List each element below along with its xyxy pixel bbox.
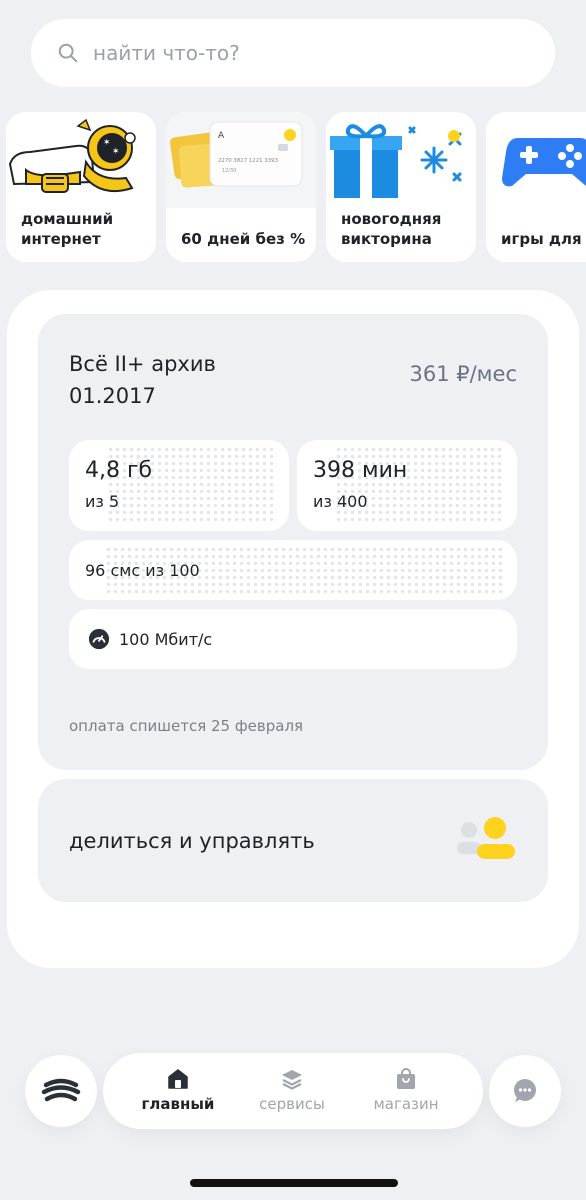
credit-card-illustration: А 2270 3827 1221 3393 12/30 xyxy=(166,112,316,208)
svg-text:✶: ✶ xyxy=(112,147,120,157)
story-60-days[interactable]: А 2270 3827 1221 3393 12/30 60 дней без … xyxy=(166,112,316,262)
story-label: новогодняя викторина xyxy=(341,210,442,248)
shopping-bag-icon xyxy=(397,1068,415,1089)
sms-balance-tile[interactable]: 96 смс из 100 xyxy=(69,540,517,600)
beeline-logo-icon xyxy=(41,1074,81,1108)
chat-button[interactable] xyxy=(489,1055,561,1127)
story-home-internet[interactable]: ✶ ✶ домашний интернет xyxy=(6,112,156,262)
home-icon xyxy=(168,1069,188,1089)
home-indicator[interactable] xyxy=(190,1179,398,1187)
minutes-total: из 400 xyxy=(313,492,368,511)
search-input[interactable] xyxy=(93,41,513,65)
story-label: домашний интернет xyxy=(21,210,114,248)
svg-text:12/30: 12/30 xyxy=(222,168,236,174)
minutes-remaining: 398 мин xyxy=(313,458,408,483)
users-icon xyxy=(457,817,515,859)
data-balance-tile[interactable]: 4,8 гб из 5 xyxy=(69,440,289,531)
nav-home-label: главный xyxy=(141,1095,215,1113)
search-bar[interactable] xyxy=(31,19,555,87)
nav-services[interactable]: сервисы xyxy=(237,1067,347,1113)
payment-note: оплата спишется 25 февраля xyxy=(69,717,304,735)
tariff-card[interactable]: Всё II+ архив 01.2017 361 ₽/мес 4,8 гб и… xyxy=(38,314,548,770)
bottom-nav: главный сервисы магазин xyxy=(103,1053,483,1129)
story-games[interactable]: игры для в xyxy=(486,112,586,262)
tariff-price: 361 ₽/мес xyxy=(409,362,517,386)
astronaut-couch-illustration: ✶✶ xyxy=(6,112,156,208)
beeline-logo-button[interactable] xyxy=(25,1055,97,1127)
nav-services-label: сервисы xyxy=(259,1095,325,1113)
layers-icon xyxy=(282,1070,302,1090)
speed-tile[interactable]: 100 Мбит/с xyxy=(69,609,517,669)
stories-carousel: ✶ ✶ домашний интернет А 2270 3827 1221 33… xyxy=(6,112,586,262)
data-total: из 5 xyxy=(85,492,120,511)
speed-value: 100 Мбит/с xyxy=(119,629,213,649)
svg-text:А: А xyxy=(218,131,225,141)
sms-balance: 96 смс из 100 xyxy=(85,560,200,580)
tariff-name: Всё II+ архив 01.2017 xyxy=(69,352,216,408)
share-manage-label: делиться и управлять xyxy=(69,828,315,853)
speedometer-icon xyxy=(88,628,110,650)
chat-icon xyxy=(514,1079,536,1102)
minutes-balance-tile[interactable]: 398 мин из 400 xyxy=(297,440,517,531)
gift-snowflake-illustration xyxy=(326,112,476,208)
svg-text:2270 3827 1221 3393: 2270 3827 1221 3393 xyxy=(218,158,278,164)
gamepad-illustration xyxy=(486,112,586,208)
nav-shop-label: магазин xyxy=(373,1095,439,1113)
search-icon xyxy=(58,43,78,63)
data-remaining: 4,8 гб xyxy=(85,458,153,483)
story-new-year-quiz[interactable]: новогодняя викторина xyxy=(326,112,476,262)
story-label: 60 дней без % xyxy=(181,230,306,248)
svg-text:✶: ✶ xyxy=(103,138,111,148)
nav-shop[interactable]: магазин xyxy=(351,1067,461,1113)
share-manage-card[interactable]: делиться и управлять xyxy=(38,779,548,902)
story-label: игры для в xyxy=(501,230,586,248)
nav-home[interactable]: главный xyxy=(123,1067,233,1113)
